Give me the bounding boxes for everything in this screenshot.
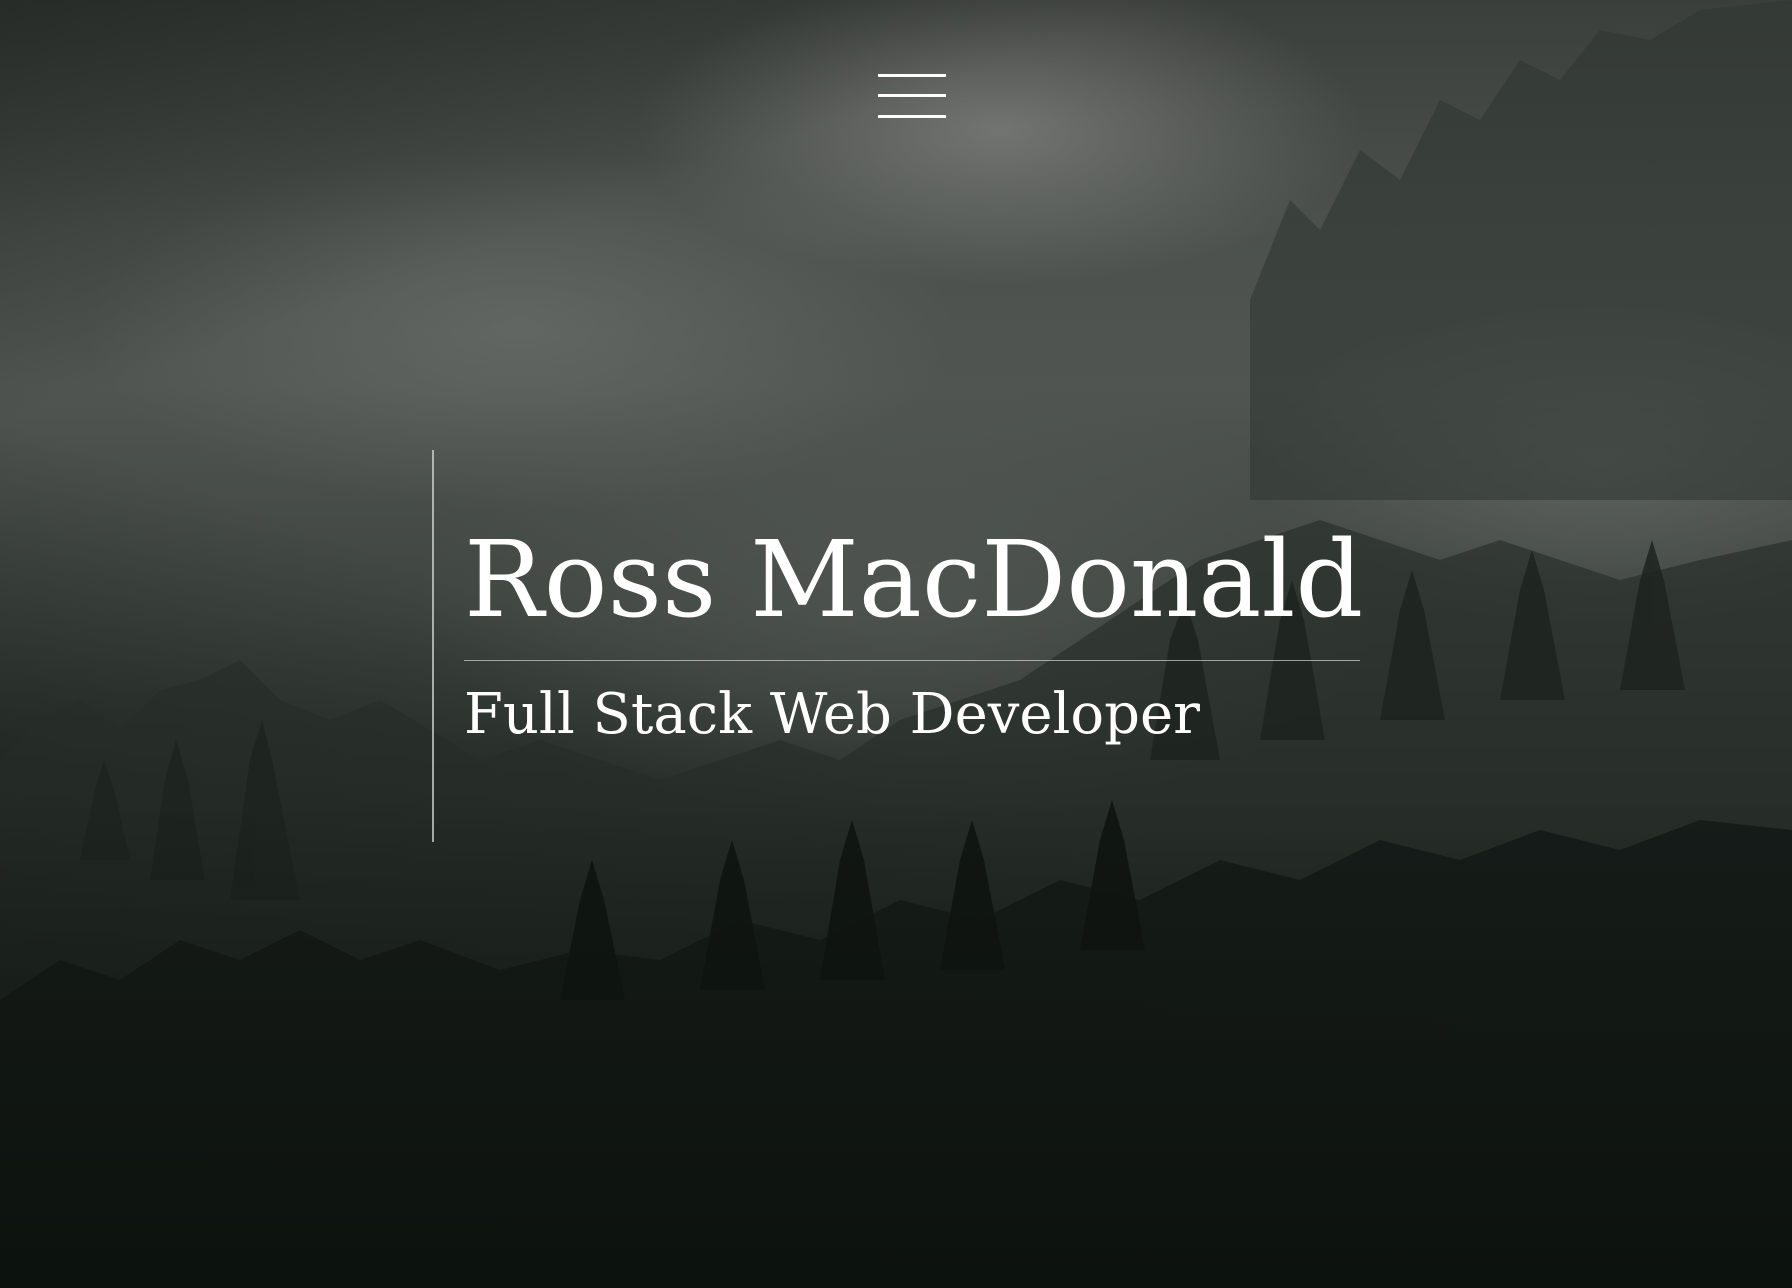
menu-bar-bottom — [878, 115, 946, 118]
developer-name: Ross MacDonald — [464, 518, 1364, 641]
intro-block: Ross MacDonald Full Stack Web Developer — [432, 450, 1363, 842]
hamburger-menu-icon[interactable] — [878, 70, 948, 122]
job-title: Full Stack Web Developer — [464, 682, 1200, 747]
hero-section: Ross MacDonald Full Stack Web Developer — [0, 0, 1792, 1288]
name-divider — [464, 660, 1360, 661]
menu-bar-middle — [878, 94, 946, 97]
menu-bar-top — [878, 74, 946, 77]
